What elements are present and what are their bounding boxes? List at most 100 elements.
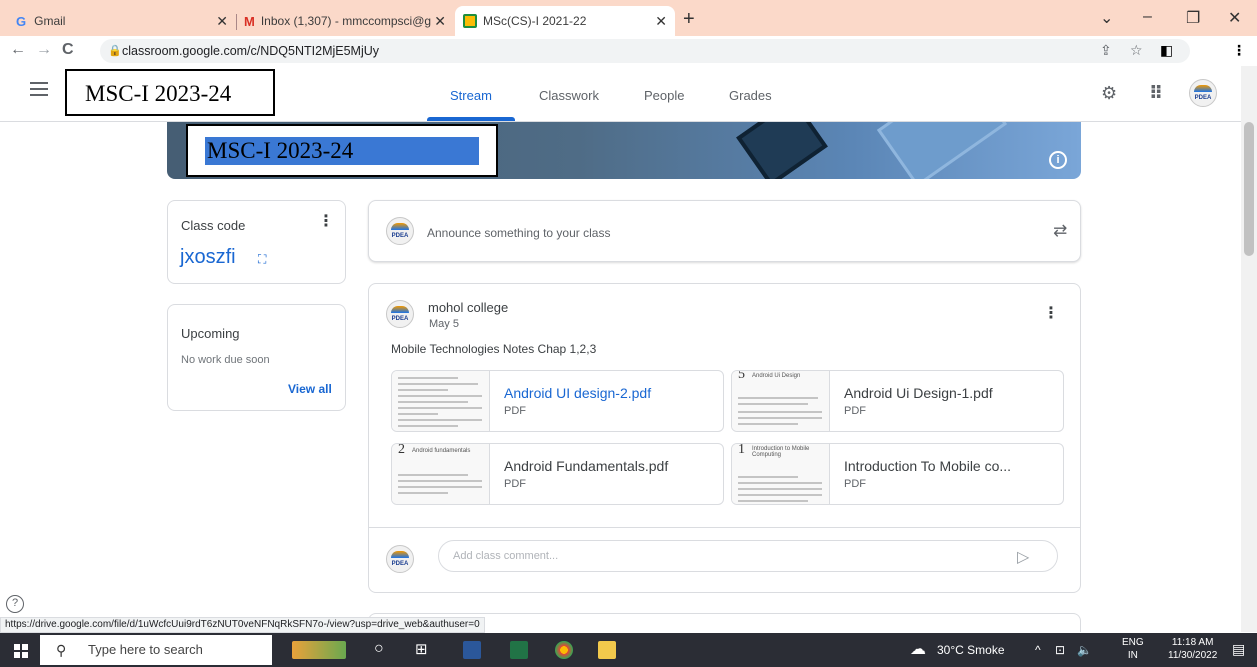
help-icon[interactable]: ?: [6, 595, 24, 613]
upcoming-title: Upcoming: [181, 326, 240, 341]
attachment-name[interactable]: Android Fundamentals.pdf: [504, 458, 668, 474]
class-code-card: Class code ⋮ jxoszfi ⛶: [167, 200, 346, 284]
tab-search-icon[interactable]: ⌄: [1100, 8, 1113, 28]
lock-icon: 🔒: [108, 45, 122, 57]
announce-placeholder[interactable]: Announce something to your class: [427, 226, 610, 240]
attachment-name[interactable]: Android Ui Design-1.pdf: [844, 385, 993, 401]
lang-region: IN: [1127, 650, 1138, 661]
banner-title: MSC-I 2023-24: [207, 138, 354, 163]
side-panel-icon[interactable]: ◧: [1160, 42, 1173, 59]
attachment-card[interactable]: 2 Android fundamentals Android Fundament…: [391, 443, 724, 505]
minimize-button[interactable]: –: [1143, 8, 1152, 26]
clock-date: 11/30/2022: [1168, 650, 1218, 661]
tab-stream[interactable]: Stream: [450, 88, 492, 103]
info-icon[interactable]: i: [1049, 151, 1067, 169]
system-clock[interactable]: 11:18 AM 11/30/2022: [1168, 636, 1217, 662]
classroom-header: MSC-I 2023-24 Stream Classwork People Gr…: [0, 66, 1241, 122]
new-tab-button[interactable]: +: [683, 8, 695, 31]
attachment-name[interactable]: Android UI design-2.pdf: [504, 385, 651, 401]
post-author: mohol college: [428, 300, 509, 315]
pdf-thumbnail: [392, 371, 490, 431]
bookmark-star-icon[interactable]: ☆: [1130, 42, 1143, 59]
reuse-post-icon[interactable]: ⇄: [1053, 221, 1067, 241]
post-menu-icon[interactable]: ⋮: [1043, 306, 1059, 322]
upcoming-card: Upcoming No work due soon View all: [167, 304, 346, 411]
pdf-thumbnail: 2 Android fundamentals: [392, 444, 490, 504]
send-comment-icon[interactable]: ▷: [1017, 547, 1029, 567]
task-view-icon[interactable]: ⊞: [415, 640, 428, 658]
tab-label: MSc(CS)-I 2021-22: [483, 14, 587, 28]
class-comment-input[interactable]: Add class comment...: [438, 540, 1058, 572]
close-window-button[interactable]: ✕: [1228, 8, 1241, 28]
page-scrollbar[interactable]: [1241, 66, 1257, 632]
url-field[interactable]: 🔒 classroom.google.com/c/NDQ5NTI2MjE5MjU…: [100, 39, 1190, 63]
tab-grades[interactable]: Grades: [729, 88, 772, 103]
excel-icon[interactable]: [510, 641, 528, 659]
thumb-heading: 1: [738, 444, 745, 457]
taskbar-search-placeholder: Type here to search: [88, 642, 203, 657]
close-tab-icon[interactable]: ✕: [655, 13, 667, 30]
reload-icon[interactable]: C: [62, 41, 74, 59]
attachment-card[interactable]: Android UI design-2.pdf PDF: [391, 370, 724, 432]
tab-gmail[interactable]: G Gmail ✕: [8, 6, 237, 36]
view-all-link[interactable]: View all: [288, 382, 332, 396]
user-avatar: PDEA: [386, 217, 414, 245]
avatar-text: PDEA: [391, 233, 409, 239]
expand-code-icon[interactable]: ⛶: [258, 252, 266, 267]
close-tab-icon[interactable]: ✕: [434, 13, 446, 30]
tab-classroom[interactable]: MSc(CS)-I 2021-22 ✕: [455, 6, 675, 36]
lang-code: ENG: [1122, 637, 1144, 648]
attachment-card[interactable]: 5 Android Ui Design Android Ui Design-1.…: [731, 370, 1064, 432]
settings-gear-icon[interactable]: ⚙: [1101, 83, 1117, 104]
weather-icon: ☁: [910, 641, 926, 658]
close-tab-icon[interactable]: ✕: [216, 13, 228, 30]
weather-text[interactable]: 30°C Smoke: [937, 643, 1005, 657]
thumb-subheading: Introduction to Mobile Computing: [752, 446, 810, 458]
attachment-name[interactable]: Introduction To Mobile co...: [844, 458, 1011, 474]
thumb-heading: 5: [738, 371, 745, 382]
post-body: Mobile Technologies Notes Chap 1,2,3: [391, 342, 597, 356]
file-explorer-icon[interactable]: [598, 641, 616, 659]
taskbar-search-box[interactable]: ⚲ Type here to search: [40, 635, 272, 665]
network-icon[interactable]: ⊡: [1055, 643, 1065, 657]
news-widget-icon[interactable]: [292, 641, 346, 659]
avatar-text: PDEA: [391, 316, 409, 322]
word-icon[interactable]: [463, 641, 481, 659]
tab-people[interactable]: People: [644, 88, 684, 103]
scrollbar-thumb[interactable]: [1244, 122, 1254, 256]
volume-icon[interactable]: 🔈: [1077, 643, 1092, 657]
tab-classwork[interactable]: Classwork: [539, 88, 599, 103]
share-icon[interactable]: ⇪: [1100, 42, 1112, 59]
tab-inbox[interactable]: M Inbox (1,307) - mmccompsci@gm ✕: [236, 6, 454, 36]
notifications-icon[interactable]: ▤: [1232, 641, 1245, 658]
banner-illustration: [876, 122, 1008, 179]
language-indicator[interactable]: ENG IN: [1122, 636, 1144, 662]
restore-button[interactable]: ❐: [1186, 8, 1200, 28]
forward-icon[interactable]: →: [36, 41, 52, 59]
menu-dots-icon[interactable]: ⋮: [1232, 42, 1246, 59]
chrome-icon[interactable]: [555, 641, 573, 659]
cortana-icon[interactable]: ○: [374, 640, 384, 658]
tray-overflow-icon[interactable]: ^: [1035, 643, 1041, 657]
upcoming-empty-text: No work due soon: [181, 354, 270, 366]
attachment-type: PDF: [844, 478, 866, 490]
url-text: classroom.google.com/c/NDQ5NTI2MjE5MjUy: [122, 44, 380, 58]
google-g-icon: G: [16, 13, 27, 29]
search-icon: ⚲: [56, 642, 67, 658]
announce-card[interactable]: PDEA Announce something to your class ⇄: [368, 200, 1081, 262]
pdf-thumbnail: 1 Introduction to Mobile Computing: [732, 444, 830, 504]
address-bar-row: ← → C 🔒 classroom.google.com/c/NDQ5NTI2M…: [0, 36, 1257, 96]
avatar-text: PDEA: [1194, 95, 1212, 101]
class-title[interactable]: MSC-I 2023-24: [65, 69, 275, 116]
windows-start-icon[interactable]: [14, 644, 28, 658]
back-icon[interactable]: ←: [10, 41, 26, 59]
attachment-type: PDF: [504, 478, 526, 490]
attachment-card[interactable]: 1 Introduction to Mobile Computing Intro…: [731, 443, 1064, 505]
apps-grid-icon[interactable]: ⠿: [1149, 83, 1163, 104]
classroom-icon: [463, 14, 477, 28]
account-avatar[interactable]: PDEA: [1189, 79, 1217, 107]
main-menu-icon[interactable]: [30, 82, 48, 96]
avatar-text: PDEA: [391, 561, 409, 567]
class-code-menu-icon[interactable]: ⋮: [318, 214, 334, 230]
windows-taskbar: ⚲ Type here to search ○ ⊞ ☁ 30°C Smoke ^…: [0, 633, 1257, 667]
